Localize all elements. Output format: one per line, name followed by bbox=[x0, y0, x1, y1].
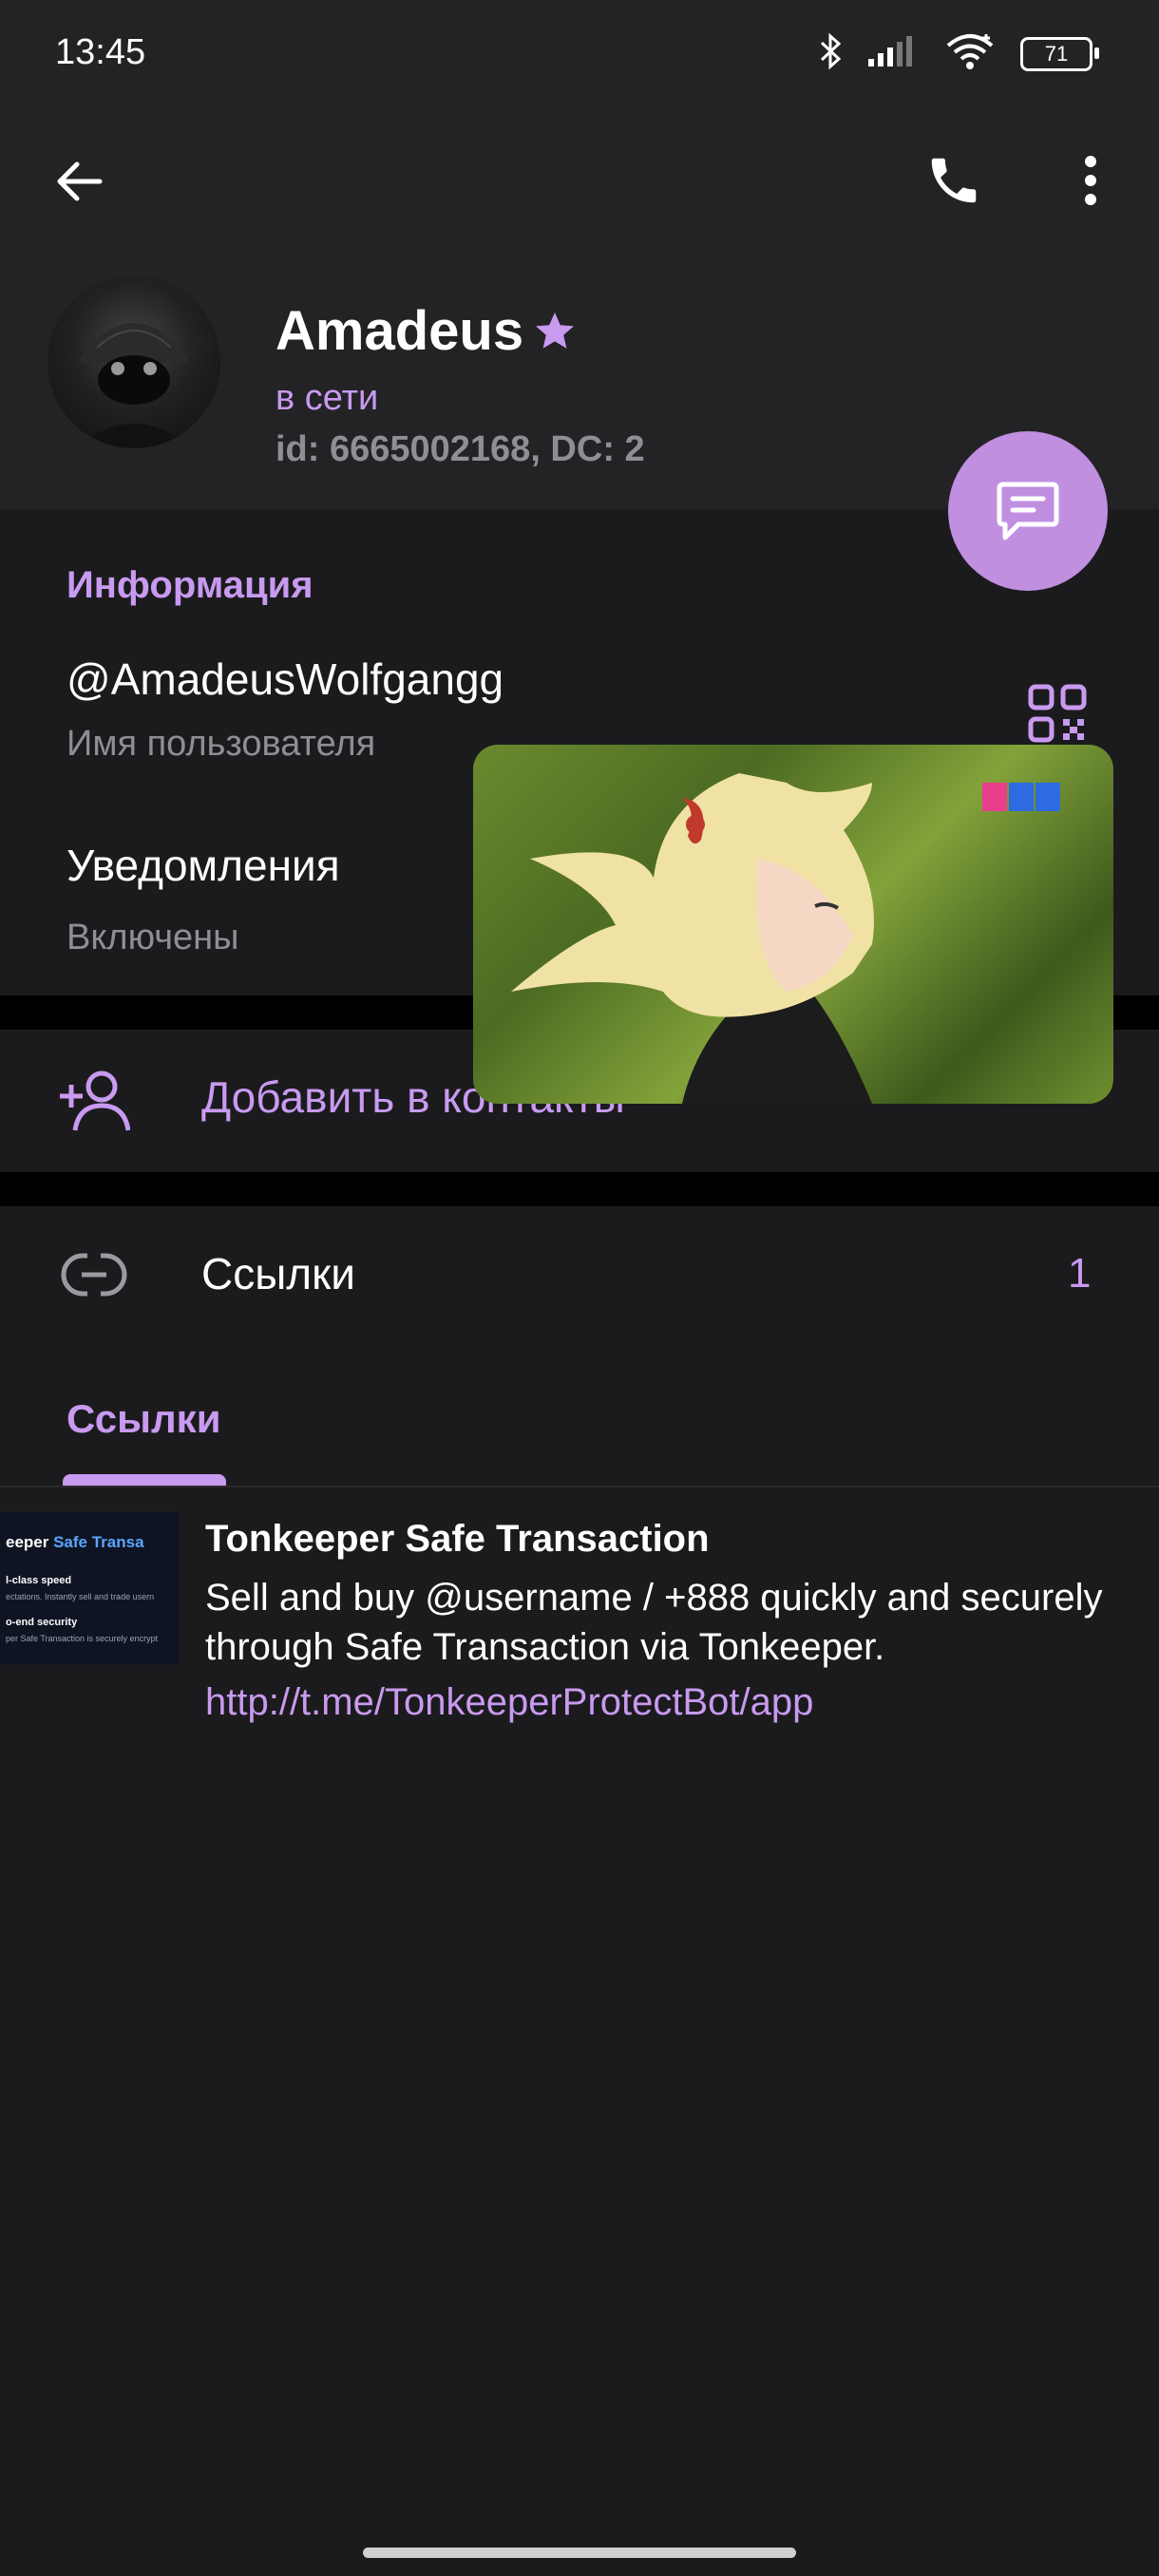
username-label: Имя пользователя bbox=[66, 724, 376, 764]
call-button[interactable] bbox=[920, 146, 988, 215]
premium-star-icon[interactable] bbox=[532, 309, 578, 359]
status-time: 13:45 bbox=[55, 32, 146, 72]
user-id-line: id: 6665002168, DC: 2 bbox=[276, 429, 645, 469]
add-person-icon bbox=[55, 1062, 133, 1140]
info-section-title: Информация bbox=[66, 564, 314, 606]
phone-icon bbox=[931, 158, 977, 203]
pip-video-player[interactable] bbox=[473, 745, 1113, 1104]
avatar[interactable] bbox=[48, 275, 220, 448]
qr-code-icon bbox=[1028, 684, 1087, 743]
chat-icon bbox=[997, 482, 1059, 540]
link-title: Tonkeeper Safe Transaction bbox=[205, 1518, 710, 1560]
link-url[interactable]: http://t.me/TonkeeperProtectBot/app bbox=[205, 1681, 813, 1724]
username-value[interactable]: @AmadeusWolfgangg bbox=[66, 653, 504, 705]
arrow-left-icon bbox=[57, 161, 103, 201]
tab-active-indicator bbox=[63, 1474, 226, 1486]
section-divider bbox=[0, 1172, 1159, 1206]
qr-code-button[interactable] bbox=[1024, 680, 1091, 747]
links-count: 1 bbox=[1068, 1250, 1092, 1297]
links-row-label[interactable]: Ссылки bbox=[201, 1248, 355, 1299]
home-indicator[interactable] bbox=[363, 2548, 796, 2558]
tab-links[interactable]: Ссылки bbox=[66, 1396, 221, 1442]
link-thumbnail[interactable]: eeper Safe Transa l-class speed ectation… bbox=[0, 1512, 179, 1664]
notifications-value: Включены bbox=[66, 918, 239, 957]
more-menu-button[interactable] bbox=[1062, 146, 1119, 215]
message-fab-button[interactable] bbox=[948, 431, 1108, 591]
channel-logo bbox=[982, 779, 1062, 815]
link-description: Sell and buy @username / +888 quickly an… bbox=[205, 1577, 1103, 1668]
more-vertical-icon bbox=[1085, 156, 1096, 205]
signal-icon bbox=[868, 34, 920, 73]
bluetooth-icon bbox=[819, 32, 844, 75]
profile-name: Amadeus bbox=[276, 300, 524, 362]
back-button[interactable] bbox=[48, 150, 110, 213]
battery-icon: 71 bbox=[1020, 36, 1099, 71]
status-bar: 13:45 71 bbox=[0, 0, 1159, 109]
notifications-row[interactable]: Уведомления bbox=[66, 840, 340, 891]
status-icons: 71 bbox=[819, 32, 1099, 75]
link-icon bbox=[59, 1244, 129, 1305]
wifi-icon bbox=[944, 32, 996, 75]
tabs-divider bbox=[0, 1486, 1159, 1487]
online-status: в сети bbox=[276, 378, 379, 418]
